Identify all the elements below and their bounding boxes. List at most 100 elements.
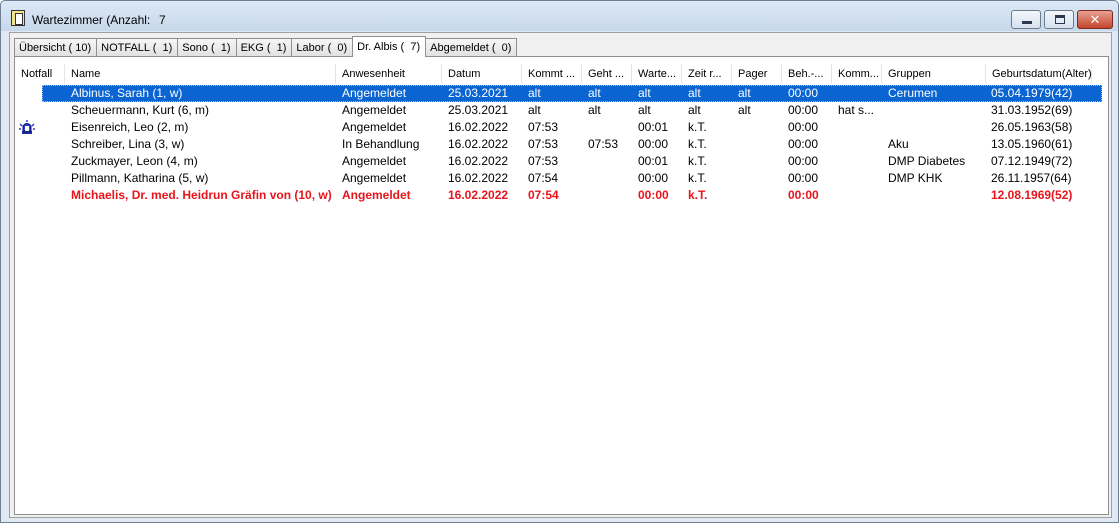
table-row[interactable]: Scheuermann, Kurt (6, m) Angemeldet 25.03.… [15,102,1108,119]
column-header-name[interactable]: Name [65,64,336,84]
treatment-time-cell: 00:00 [788,154,819,168]
tab-notfall[interactable]: NOTFALL ( 1) [96,38,179,57]
presence-cell: Angemeldet [342,154,407,168]
treatment-time-cell: 00:00 [788,120,819,134]
time-r-cell: k.T. [688,171,707,185]
column-header-warte[interactable]: Warte... [632,64,682,84]
arrival-time-cell: 07:54 [528,171,559,185]
presence-cell: Angemeldet [342,103,407,117]
siren-icon [19,120,35,134]
groups-cell: Aku [888,137,909,151]
table-row[interactable]: Pillmann, Katharina (5, w) Angemeldet 16.0… [15,170,1108,187]
arrival-time-cell: 07:53 [528,137,559,151]
time-r-cell: alt [688,103,701,117]
close-button[interactable]: ✕ [1077,10,1113,29]
tab-labor[interactable]: Labor ( 0) [291,38,354,57]
presence-cell: Angemeldet [342,120,407,134]
column-header-gruppen[interactable]: Gruppen [882,64,986,84]
pager-cell: alt [738,103,751,117]
pager-cell: alt [738,86,751,100]
birthdate-cell: 26.05.1963(58) [991,120,1073,134]
treatment-time-cell: 00:00 [788,103,819,117]
tab-bar: Übersicht ( 10) NOTFALL ( 1) Sono ( 1) E… [14,36,518,57]
column-header-notfall[interactable]: Notfall [15,64,65,84]
column-header-geburtsdatum[interactable]: Geburtsdatum(Alter) [986,64,1092,84]
birthdate-cell: 13.05.1960(61) [991,137,1073,151]
waiting-room-window: Wartezimmer (Anzahl: 7 ✕ Übersicht ( 10)… [0,0,1119,523]
column-header-zeit[interactable]: Zeit r... [682,64,732,84]
tab-ekg[interactable]: EKG ( 1) [235,38,293,57]
list-header: Notfall Name Anwesenheit Datum Kommt ...… [15,64,1108,84]
table-row[interactable]: Albinus, Sarah (1, w) Angemeldet 25.03.202… [15,85,1108,102]
arrival-time-cell: 07:53 [528,120,559,134]
table-row[interactable]: Eisenreich, Leo (2, m) Angemeldet 16.02.20… [15,119,1108,136]
maximize-icon [1055,15,1065,24]
table-row[interactable]: Schreiber, Lina (3, w) In Behandlung 16.02… [15,136,1108,153]
app-icon [11,10,25,26]
date-cell: 16.02.2022 [448,137,509,151]
arrival-time-cell: 07:54 [528,188,559,202]
patient-name-cell: Pillmann, Katharina (5, w) [71,171,209,185]
treatment-time-cell: 00:00 [788,171,819,185]
column-header-kommt[interactable]: Kommt ... [522,64,582,84]
date-cell: 16.02.2022 [448,154,509,168]
waiting-time-cell: 00:01 [638,120,669,134]
leave-time-cell: alt [588,86,601,100]
maximize-button[interactable] [1044,10,1074,29]
birthdate-cell: 12.08.1969(52) [991,188,1073,202]
window-title: Wartezimmer (Anzahl: [32,13,151,27]
minimize-icon [1022,21,1032,24]
main-content: Übersicht ( 10) NOTFALL ( 1) Sono ( 1) E… [9,32,1112,518]
treatment-time-cell: 00:00 [788,188,819,202]
tab-dr-albis[interactable]: Dr. Albis ( 7) [352,36,427,57]
waiting-time-cell: 00:00 [638,137,669,151]
tab-uebersicht[interactable]: Übersicht ( 10) [14,38,98,57]
tab-sono[interactable]: Sono ( 1) [177,38,237,57]
date-cell: 25.03.2021 [448,86,509,100]
presence-cell: Angemeldet [342,171,407,185]
date-cell: 16.02.2022 [448,188,509,202]
title-bar[interactable]: Wartezimmer (Anzahl: 7 ✕ [1,1,1118,31]
groups-cell: Cerumen [888,86,938,100]
column-header-behandlung[interactable]: Beh.-... [782,64,832,84]
column-header-pager[interactable]: Pager [732,64,782,84]
tab-abgemeldet[interactable]: Abgemeldet ( 0) [425,38,518,57]
time-r-cell: k.T. [688,137,707,151]
minimize-button[interactable] [1011,10,1041,29]
waiting-time-cell: 00:00 [638,171,669,185]
birthdate-cell: 31.03.1952(69) [991,103,1073,117]
presence-cell: In Behandlung [342,137,420,151]
presence-cell: Angemeldet [342,86,407,100]
patient-name-cell: Eisenreich, Leo (2, m) [71,120,189,134]
waiting-time-cell: 00:01 [638,154,669,168]
patient-name-cell: Schreiber, Lina (3, w) [71,137,185,151]
waiting-time-cell: alt [638,103,651,117]
column-header-kommentar[interactable]: Komm... [832,64,882,84]
column-header-geht[interactable]: Geht ... [582,64,632,84]
leave-time-cell: 07:53 [588,137,619,151]
table-row[interactable]: Michaelis, Dr. med. Heidrun Gräfin von (… [15,187,1108,204]
patient-name-cell: Albinus, Sarah (1, w) [71,86,183,100]
selection-highlight [42,85,1102,102]
column-header-datum[interactable]: Datum [442,64,522,84]
birthdate-cell: 07.12.1949(72) [991,154,1073,168]
presence-cell: Angemeldet [342,188,411,202]
patient-name-cell: Zuckmayer, Leon (4, m) [71,154,198,168]
date-cell: 16.02.2022 [448,171,509,185]
patient-name-cell: Michaelis, Dr. med. Heidrun Gräfin von (… [71,188,332,202]
arrival-time-cell: alt [528,86,541,100]
arrival-time-cell: 07:53 [528,154,559,168]
date-cell: 25.03.2021 [448,103,509,117]
table-row[interactable]: Zuckmayer, Leon (4, m) Angemeldet 16.02.20… [15,153,1108,170]
column-header-anwesenheit[interactable]: Anwesenheit [336,64,442,84]
patient-list[interactable]: Notfall Name Anwesenheit Datum Kommt ...… [14,56,1109,515]
treatment-time-cell: 00:00 [788,86,819,100]
groups-cell: DMP Diabetes [888,154,966,168]
time-r-cell: alt [688,86,701,100]
treatment-time-cell: 00:00 [788,137,819,151]
waiting-time-cell: alt [638,86,651,100]
birthdate-cell: 05.04.1979(42) [991,86,1073,100]
patient-name-cell: Scheuermann, Kurt (6, m) [71,103,210,117]
window-title-count: 7 [159,13,166,27]
leave-time-cell: alt [588,103,601,117]
